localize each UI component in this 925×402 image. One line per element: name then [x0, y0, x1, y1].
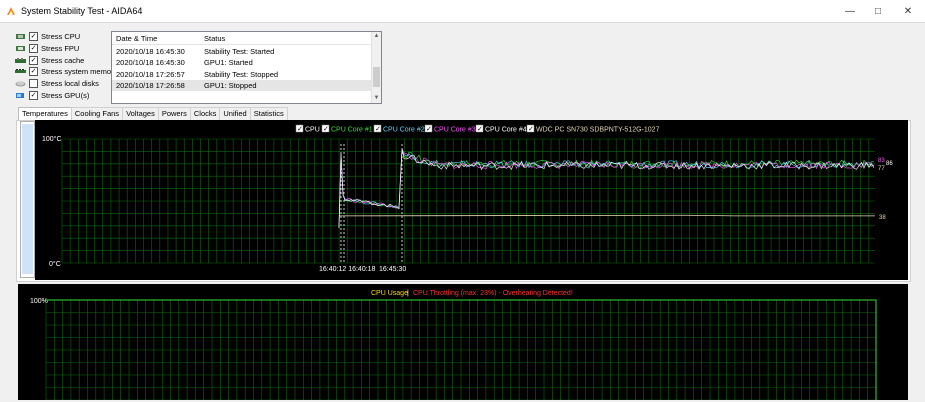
fpu-icon	[16, 46, 25, 52]
series-line-cpu-core	[338, 148, 875, 226]
legend-item-cpu-core-4[interactable]: ✓ CPU Core #4	[475, 124, 527, 134]
usage-title-separator: |	[407, 290, 409, 297]
cpu-usage-chart-svg: CPU Usage | CPU Throttling (max: 23%) - …	[30, 290, 877, 401]
temperature-chart-svg: ✓ CPU ✓ CPU Core #1 ✓ CPU Core #2 ✓ CPU …	[42, 124, 893, 273]
stress-cpu-label: Stress CPU	[41, 32, 81, 42]
sensor-list-thumb[interactable]	[22, 124, 33, 274]
legend-item-cpu-core-2[interactable]: ✓ CPU Core #2	[373, 124, 425, 134]
series-line-ssd	[338, 214, 875, 217]
right-value-label: 83	[878, 158, 885, 164]
svg-text:CPU Core #2: CPU Core #2	[383, 127, 425, 134]
legend-item-cpu-core-3[interactable]: ✓ CPU Core #3	[424, 124, 476, 134]
log-header: Date & Time Status	[112, 32, 371, 45]
stress-memory-checkbox[interactable]: ✓	[29, 67, 38, 77]
right-value-label: 86	[886, 161, 893, 167]
throttle-warning: CPU Throttling (max: 23%) - Overheating …	[413, 290, 573, 297]
usage-grid	[45, 299, 877, 401]
log-row[interactable]: 2020/10/18 16:45:30 GPU1: Started	[112, 57, 371, 69]
svg-text:✓: ✓	[528, 126, 534, 133]
tab-voltages[interactable]: Voltages	[122, 107, 159, 120]
usage-y-max-label: 100%	[30, 298, 48, 305]
log-scroll-thumb[interactable]	[373, 67, 380, 87]
log-header-status[interactable]: Status	[204, 34, 225, 43]
y-max-label: 100°C	[42, 135, 62, 143]
stress-cpu-option[interactable]: ✓ Stress CPU	[15, 31, 117, 43]
svg-text:✓: ✓	[323, 126, 329, 133]
svg-text:CPU Core #4: CPU Core #4	[485, 127, 527, 134]
stress-disks-option[interactable]: Stress local disks	[15, 78, 117, 90]
stress-memory-label: Stress system memory	[41, 67, 118, 77]
svg-text:✓: ✓	[426, 126, 432, 133]
right-value-label: 77	[878, 166, 885, 172]
window-title: System Stability Test - AIDA64	[21, 6, 143, 16]
stress-memory-option[interactable]: ✓ Stress system memory	[15, 66, 117, 78]
stress-disks-label: Stress local disks	[41, 79, 99, 89]
sensor-list-scrollbar[interactable]	[20, 121, 35, 278]
stress-cache-label: Stress cache	[41, 55, 85, 65]
log-scrollbar[interactable]: ▲ ▼	[371, 32, 381, 103]
stress-disks-checkbox[interactable]	[29, 79, 38, 89]
tab-unified[interactable]: Unified	[219, 107, 251, 120]
usage-title: CPU Usage	[371, 290, 408, 297]
stress-cache-option[interactable]: ✓ Stress cache	[15, 54, 117, 66]
stress-gpu-option[interactable]: ✓ Stress GPU(s)	[15, 89, 117, 101]
x-label-gpu-start: 16:45:30	[379, 266, 406, 273]
svg-text:✓: ✓	[375, 126, 381, 133]
close-icon: ✕	[903, 5, 913, 17]
maximize-button[interactable]: □	[861, 0, 895, 22]
stress-gpu-label: Stress GPU(s)	[41, 90, 90, 100]
log-header-datetime[interactable]: Date & Time	[116, 34, 157, 43]
tab-statistics[interactable]: Statistics	[249, 107, 288, 120]
tab-cooling-fans[interactable]: Cooling Fans	[70, 107, 124, 120]
minimize-icon: —	[845, 5, 855, 17]
status-log-list[interactable]: Date & Time Status 2020/10/18 16:45:30 S…	[111, 31, 382, 104]
svg-text:CPU Core #1: CPU Core #1	[331, 127, 373, 134]
temperature-chart: ✓ CPU ✓ CPU Core #1 ✓ CPU Core #2 ✓ CPU …	[35, 120, 908, 280]
svg-text:CPU Core #3: CPU Core #3	[434, 127, 476, 134]
svg-text:✓: ✓	[477, 126, 483, 133]
stress-gpu-checkbox[interactable]: ✓	[29, 90, 38, 100]
title-bar: System Stability Test - AIDA64 — □ ✕	[0, 0, 925, 23]
gpu-icon	[16, 92, 24, 98]
stress-options: ✓ Stress CPU ✓ Stress FPU ✓ Stress cache…	[15, 31, 117, 101]
aida64-app-icon	[7, 7, 15, 15]
cpu-usage-chart: CPU Usage | CPU Throttling (max: 23%) - …	[18, 284, 908, 401]
log-row-selected[interactable]: 2020/10/18 17:26:58 GPU1: Stopped	[112, 79, 371, 91]
maximize-icon: □	[874, 5, 882, 17]
disk-icon	[15, 81, 26, 87]
stress-fpu-label: Stress FPU	[41, 44, 80, 54]
series-line-cpu-core	[338, 147, 875, 226]
svg-text:✓: ✓	[297, 126, 303, 133]
chart-tabs: Temperatures Cooling Fans Voltages Power…	[18, 107, 288, 121]
stress-fpu-checkbox[interactable]: ✓	[29, 44, 38, 54]
tab-clocks[interactable]: Clocks	[189, 107, 221, 120]
temperature-legend: ✓ CPU ✓ CPU Core #1 ✓ CPU Core #2 ✓ CPU …	[295, 124, 660, 134]
svg-text:WDC PC SN730 SDBPNTY-512G-1027: WDC PC SN730 SDBPNTY-512G-1027	[536, 127, 660, 134]
log-row[interactable]: 2020/10/18 17:26:57 Stability Test: Stop…	[112, 68, 371, 80]
svg-text:CPU: CPU	[305, 127, 320, 134]
scroll-up-icon[interactable]: ▲	[372, 32, 381, 41]
stress-cpu-checkbox[interactable]: ✓	[29, 32, 38, 42]
cache-icon	[15, 57, 26, 63]
cpu-icon	[16, 34, 25, 40]
legend-item-cpu[interactable]: ✓ CPU	[295, 124, 320, 134]
x-label-start: 16:40:12 16:40:18	[319, 266, 376, 273]
log-row[interactable]: 2020/10/18 16:45:30 Stability Test: Star…	[112, 45, 371, 57]
tab-temperatures[interactable]: Temperatures	[18, 107, 72, 121]
close-button[interactable]: ✕	[891, 0, 925, 22]
temperature-series	[338, 144, 875, 263]
stress-fpu-option[interactable]: ✓ Stress FPU	[15, 43, 117, 55]
memory-icon	[15, 69, 26, 74]
y-min-label: 0°C	[49, 260, 61, 268]
stress-cache-checkbox[interactable]: ✓	[29, 55, 38, 65]
legend-item-ssd[interactable]: ✓ WDC PC SN730 SDBPNTY-512G-1027	[526, 124, 660, 134]
temperature-grid	[61, 138, 875, 264]
legend-item-cpu-core-1[interactable]: ✓ CPU Core #1	[321, 124, 373, 134]
right-value-label: 38	[879, 215, 886, 221]
scroll-down-icon[interactable]: ▼	[372, 94, 381, 103]
tab-powers[interactable]: Powers	[157, 107, 191, 120]
